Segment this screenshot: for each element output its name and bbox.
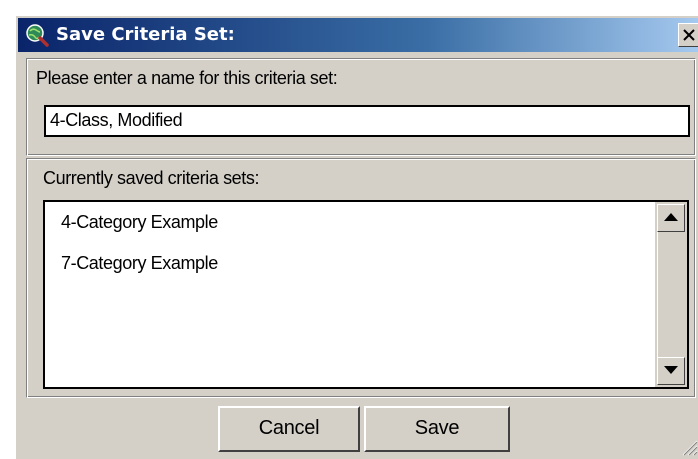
saved-sets-label: Currently saved criteria sets: (43, 168, 260, 188)
saved-sets-listbox[interactable]: 4-Category Example 7-Category Example (43, 200, 689, 389)
arrow-up-icon (664, 213, 678, 221)
saved-sets-group: Currently saved criteria sets: 4-Categor… (26, 158, 696, 398)
list-item[interactable]: 7-Category Example (61, 253, 218, 274)
name-prompt-label: Please enter a name for this criteria se… (36, 68, 338, 88)
scroll-down-button[interactable] (657, 357, 685, 385)
close-button[interactable] (678, 23, 698, 47)
name-group: Please enter a name for this criteria se… (26, 58, 696, 156)
close-icon (683, 29, 695, 41)
dialog-title: Save Criteria Set: (56, 24, 235, 45)
vertical-scrollbar[interactable] (655, 202, 687, 387)
scroll-up-button[interactable] (657, 204, 685, 232)
save-button[interactable]: Save (364, 406, 510, 452)
list-item[interactable]: 4-Category Example (61, 212, 218, 233)
arrow-down-icon (664, 366, 678, 374)
title-bar[interactable]: Save Criteria Set: (18, 18, 698, 52)
resize-grip-icon[interactable] (678, 436, 698, 456)
scroll-track[interactable] (657, 232, 685, 357)
globe-magnifier-icon (24, 22, 50, 48)
save-criteria-dialog: Save Criteria Set: Please enter a name f… (14, 14, 698, 459)
cancel-button[interactable]: Cancel (218, 406, 360, 452)
criteria-name-input[interactable]: 4-Class, Modified (44, 105, 690, 137)
